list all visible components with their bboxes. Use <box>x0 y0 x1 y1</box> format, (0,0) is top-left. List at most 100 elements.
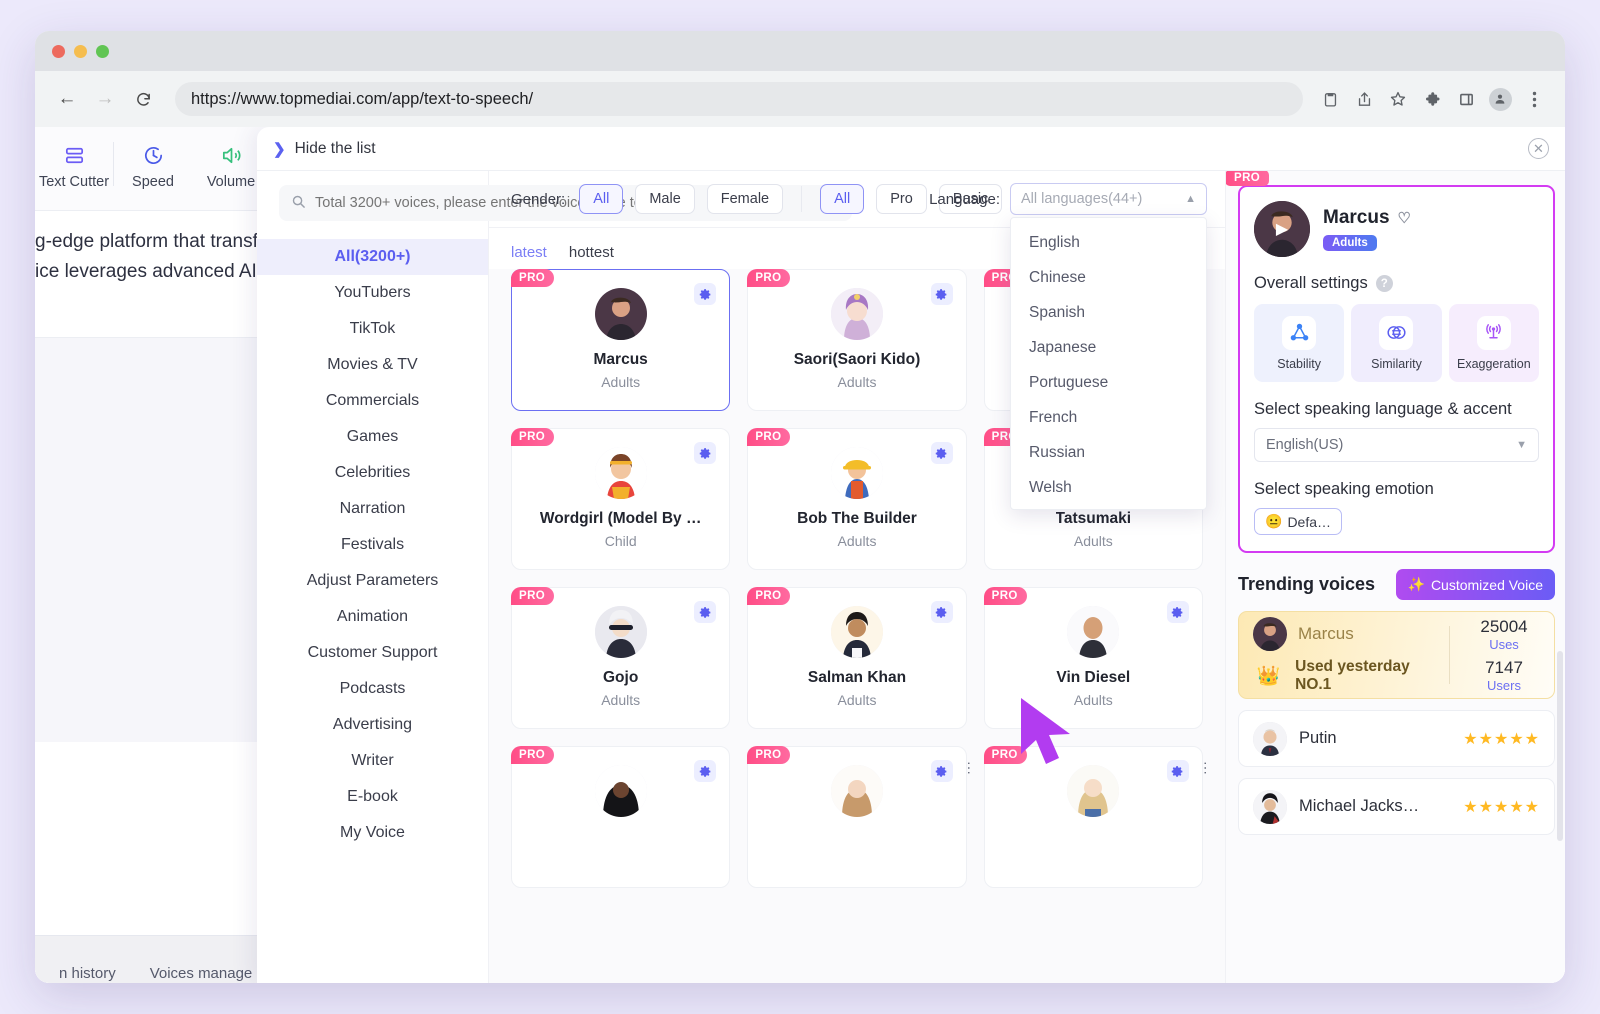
language-option-spanish[interactable]: Spanish <box>1011 295 1206 330</box>
trending-row-putin[interactable]: Putin ★★★★★ <box>1238 710 1555 767</box>
bottom-item-history[interactable]: n history <box>59 965 116 982</box>
tier-filter-all[interactable]: All <box>820 184 865 214</box>
gear-icon[interactable] <box>694 601 717 623</box>
heart-icon[interactable]: ♡ <box>1398 209 1411 227</box>
tier-filter-pro[interactable]: Pro <box>876 184 927 214</box>
emotion-label: Select speaking emotion <box>1254 480 1434 498</box>
sort-hottest[interactable]: hottest <box>569 244 614 261</box>
language-option-welsh[interactable]: Welsh <box>1011 470 1206 505</box>
voice-card-bob-the-builder[interactable]: PRO Bob The Builder Adults <box>747 428 967 570</box>
emotion-chip-default[interactable]: 😐 Defa… <box>1254 508 1343 535</box>
language-option-russian[interactable]: Russian <box>1011 435 1206 470</box>
tool-speed[interactable]: Speed <box>114 138 192 190</box>
more-options-icon[interactable]: ⋯ <box>962 761 978 775</box>
sidebar-item-my-voice[interactable]: My Voice <box>257 815 488 851</box>
voice-card-wordgirl[interactable]: PRO Wordgirl (Model By … Child <box>511 428 731 570</box>
sidebar-item-games[interactable]: Games <box>257 419 488 455</box>
sort-latest[interactable]: latest <box>511 244 547 261</box>
gear-icon[interactable] <box>930 760 953 782</box>
voice-card-gojo[interactable]: PRO Gojo Adults <box>511 587 731 729</box>
exaggeration-broadcast-icon <box>1476 315 1511 350</box>
language-option-japanese[interactable]: Japanese <box>1011 330 1206 365</box>
gear-icon[interactable] <box>694 760 717 782</box>
play-icon[interactable]: ▶ <box>1276 219 1288 239</box>
window-maximize-button[interactable] <box>96 44 109 58</box>
sidebar-item-movies-tv[interactable]: Movies & TV <box>257 347 488 383</box>
tool-text-cutter[interactable]: Text Cutter <box>35 138 113 190</box>
gear-icon[interactable] <box>1166 760 1189 782</box>
extensions-puzzle-icon[interactable] <box>1417 84 1447 114</box>
setting-similarity[interactable]: Similarity <box>1351 304 1442 382</box>
back-arrow-icon[interactable]: ← <box>51 83 83 115</box>
language-option-portuguese[interactable]: Portuguese <box>1011 365 1206 400</box>
bottom-item-voices-manage[interactable]: Voices manage <box>150 965 253 982</box>
reload-icon[interactable] <box>127 83 159 115</box>
category-sidebar: All(3200+) YouTubers TikTok Movies & TV … <box>257 171 852 983</box>
gear-icon[interactable] <box>930 283 953 305</box>
gear-icon[interactable] <box>1166 601 1189 623</box>
gear-icon[interactable] <box>930 442 953 464</box>
gender-filter-female[interactable]: Female <box>706 184 784 214</box>
pro-badge: PRO <box>983 587 1027 605</box>
sidebar-item-youtubers[interactable]: YouTubers <box>257 275 488 311</box>
gear-icon[interactable] <box>930 601 953 623</box>
language-dropdown-menu[interactable]: English Chinese Spanish Japanese Portugu… <box>1010 217 1207 510</box>
language-option-french[interactable]: French <box>1011 400 1206 435</box>
voice-library-modal: ❯ Hide the list ✕ Total 3200+ voices, pl… <box>257 127 1565 983</box>
language-accent-select[interactable]: English(US) ▼ <box>1254 428 1539 462</box>
sidebar-item-writer[interactable]: Writer <box>257 743 488 779</box>
question-mark-icon[interactable]: ? <box>1375 275 1393 292</box>
voice-card-sza[interactable]: PRO <box>511 746 731 888</box>
bookmark-star-icon[interactable] <box>1383 84 1413 114</box>
gear-icon[interactable] <box>694 283 717 305</box>
sidebar-item-adjust-parameters[interactable]: Adjust Parameters <box>257 563 488 599</box>
hide-the-list-button[interactable]: ❯ Hide the list <box>273 140 376 158</box>
sidebar-item-tiktok[interactable]: TikTok <box>257 311 488 347</box>
similarity-circle-icon <box>1379 315 1414 350</box>
language-option-chinese[interactable]: Chinese <box>1011 260 1206 295</box>
voice-card-marcus[interactable]: PRO Marcus Adults <box>511 269 731 411</box>
forward-arrow-icon[interactable]: → <box>89 83 121 115</box>
detail-name-row: Marcus ♡ <box>1323 207 1411 229</box>
gear-icon[interactable] <box>694 442 717 464</box>
setting-stability[interactable]: Stability <box>1254 304 1345 382</box>
voice-name: Salman Khan <box>807 669 907 686</box>
address-bar[interactable]: https://www.topmediai.com/app/text-to-sp… <box>175 82 1303 116</box>
voice-name: Vin Diesel <box>1056 669 1131 686</box>
voice-card-vin-diesel[interactable]: PRO Vin Diesel Adults <box>983 587 1203 729</box>
sidebar-item-customer-support[interactable]: Customer Support <box>257 635 488 671</box>
language-select[interactable]: All languages(44+) ▲ <box>1010 183 1207 215</box>
detail-avatar[interactable]: ▶ <box>1254 201 1310 257</box>
profile-avatar-icon[interactable] <box>1485 84 1515 114</box>
sidebar-item-narration[interactable]: Narration <box>257 491 488 527</box>
trending-top-row[interactable]: Marcus 👑 Used yesterday NO.1 25004 Uses … <box>1238 611 1555 699</box>
window-minimize-button[interactable] <box>74 44 87 58</box>
side-panel-icon[interactable] <box>1451 84 1481 114</box>
voice-age: Adults <box>837 692 877 708</box>
sidebar-item-commercials[interactable]: Commercials <box>257 383 488 419</box>
sidebar-item-all[interactable]: All(3200+) <box>257 239 488 275</box>
sidebar-item-ebook[interactable]: E-book <box>257 779 488 815</box>
more-options-icon[interactable]: ⋯ <box>1198 761 1214 775</box>
share-icon[interactable] <box>1349 84 1379 114</box>
clipboard-icon[interactable] <box>1315 84 1345 114</box>
gender-filter-male[interactable]: Male <box>635 184 695 214</box>
trending-row-michael-jackson[interactable]: Michael Jacks… ★★★★★ <box>1238 778 1555 835</box>
kebab-menu-icon[interactable] <box>1519 84 1549 114</box>
voice-card-saori[interactable]: PRO Saori(Saori Kido) Adults <box>747 269 967 411</box>
voice-card-salman-khan[interactable]: PRO Salman Khan Adults <box>747 587 967 729</box>
setting-exaggeration[interactable]: Exaggeration <box>1448 304 1539 382</box>
sidebar-item-podcasts[interactable]: Podcasts <box>257 671 488 707</box>
customized-voice-button[interactable]: ✨ Customized Voice <box>1395 569 1555 600</box>
language-option-english[interactable]: English <box>1011 225 1206 260</box>
gender-filter-all[interactable]: All <box>579 184 624 214</box>
trending-scrollbar[interactable] <box>1557 651 1563 841</box>
window-close-button[interactable] <box>52 44 65 58</box>
sidebar-item-advertising[interactable]: Advertising <box>257 707 488 743</box>
sidebar-item-festivals[interactable]: Festivals <box>257 527 488 563</box>
voice-card-blonde-1[interactable]: PRO ⋯ <box>747 746 978 888</box>
sidebar-item-celebrities[interactable]: Celebrities <box>257 455 488 491</box>
sidebar-item-animation[interactable]: Animation <box>257 599 488 635</box>
close-circle-icon[interactable]: ✕ <box>1528 138 1549 159</box>
voice-card-blonde-2[interactable]: PRO ⋯ <box>983 746 1214 888</box>
